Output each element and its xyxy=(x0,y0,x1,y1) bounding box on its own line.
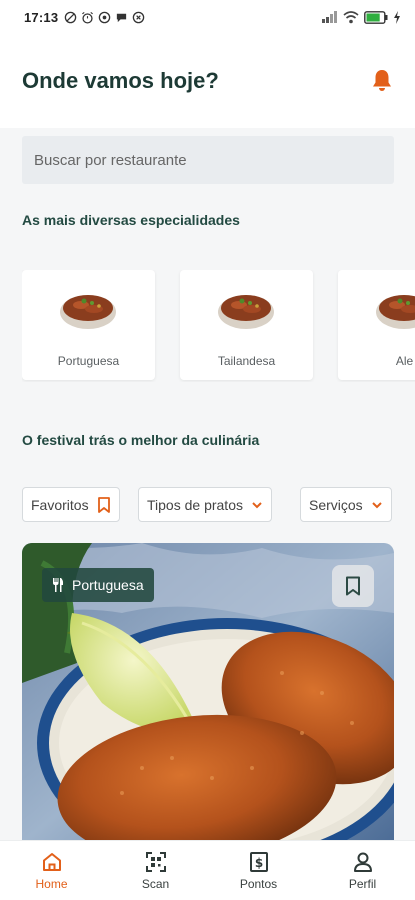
status-system-icons xyxy=(322,10,401,24)
specialty-label: Ale xyxy=(395,354,414,368)
bell-icon[interactable] xyxy=(371,68,393,92)
fork-knife-icon xyxy=(53,578,64,592)
specialties-carousel[interactable]: Portuguesa Tailandesa Ale xyxy=(22,270,415,382)
status-bar: 17:13 xyxy=(0,0,415,34)
nav-label: Scan xyxy=(141,877,170,891)
points-icon: $ xyxy=(249,852,268,872)
alarm-icon xyxy=(82,11,94,24)
user-icon xyxy=(353,852,372,872)
status-time: 17:13 xyxy=(24,9,59,25)
chevron-down-icon xyxy=(371,501,382,508)
header: Onde vamos hoje? xyxy=(0,34,415,128)
filter-label: Serviços xyxy=(309,496,363,513)
chat-icon xyxy=(117,13,127,22)
filter-chips: Favoritos Tipos de pratos Serviços xyxy=(22,487,415,523)
cuisine-label: Portuguesa xyxy=(72,577,144,593)
bookmark-icon xyxy=(346,576,360,596)
specialty-label: Portuguesa xyxy=(57,354,120,368)
filter-label: Tipos de pratos xyxy=(147,496,243,513)
nav-home[interactable]: Home xyxy=(0,841,103,900)
bottom-navigation: Home Scan $ Pontos Perfil xyxy=(0,840,415,900)
specialty-card-portuguesa[interactable]: Portuguesa xyxy=(22,270,155,380)
svg-text:$: $ xyxy=(254,856,262,870)
search-input[interactable] xyxy=(22,136,394,184)
nav-label: Pontos xyxy=(239,877,278,891)
nav-pontos[interactable]: $ Pontos xyxy=(207,841,310,900)
save-restaurant-button[interactable] xyxy=(332,565,374,607)
specialty-label: Tailandesa xyxy=(217,354,276,368)
nav-perfil[interactable]: Perfil xyxy=(311,841,414,900)
nav-label: Perfil xyxy=(348,877,377,891)
filter-servicos[interactable]: Serviços xyxy=(300,487,392,522)
cuisine-badge: Portuguesa xyxy=(42,568,154,602)
food-bowl-icon xyxy=(60,295,116,329)
nav-scan[interactable]: Scan xyxy=(104,841,207,900)
whatsapp-icon xyxy=(98,11,111,23)
specialty-card-tailandesa[interactable]: Tailandesa xyxy=(180,270,313,380)
battery-icon xyxy=(364,10,388,24)
qr-scan-icon xyxy=(145,852,166,872)
home-icon xyxy=(42,853,61,871)
specialties-title: As mais diversas especialidades xyxy=(22,212,240,228)
filter-tipos-de-pratos[interactable]: Tipos de pratos xyxy=(138,487,272,522)
charging-icon xyxy=(394,10,400,24)
restaurant-card[interactable]: Portuguesa xyxy=(22,543,394,843)
filter-label: Favoritos xyxy=(31,496,89,513)
food-bowl-icon xyxy=(218,295,274,329)
shield-icon xyxy=(132,11,145,23)
page-title: Onde vamos hoje? xyxy=(22,68,219,93)
filter-favoritos[interactable]: Favoritos xyxy=(22,487,120,522)
festival-title: O festival trás o melhor da culinária xyxy=(22,432,260,448)
food-bowl-icon xyxy=(376,295,415,329)
specialty-card-ale[interactable]: Ale xyxy=(338,270,415,380)
wifi-icon xyxy=(343,10,359,23)
bookmark-icon xyxy=(97,496,110,513)
nav-label: Home xyxy=(35,877,68,891)
chevron-down-icon xyxy=(252,501,262,508)
status-notification-icons xyxy=(64,11,145,24)
signal-icon xyxy=(322,11,337,23)
do-not-disturb-icon xyxy=(64,11,77,23)
